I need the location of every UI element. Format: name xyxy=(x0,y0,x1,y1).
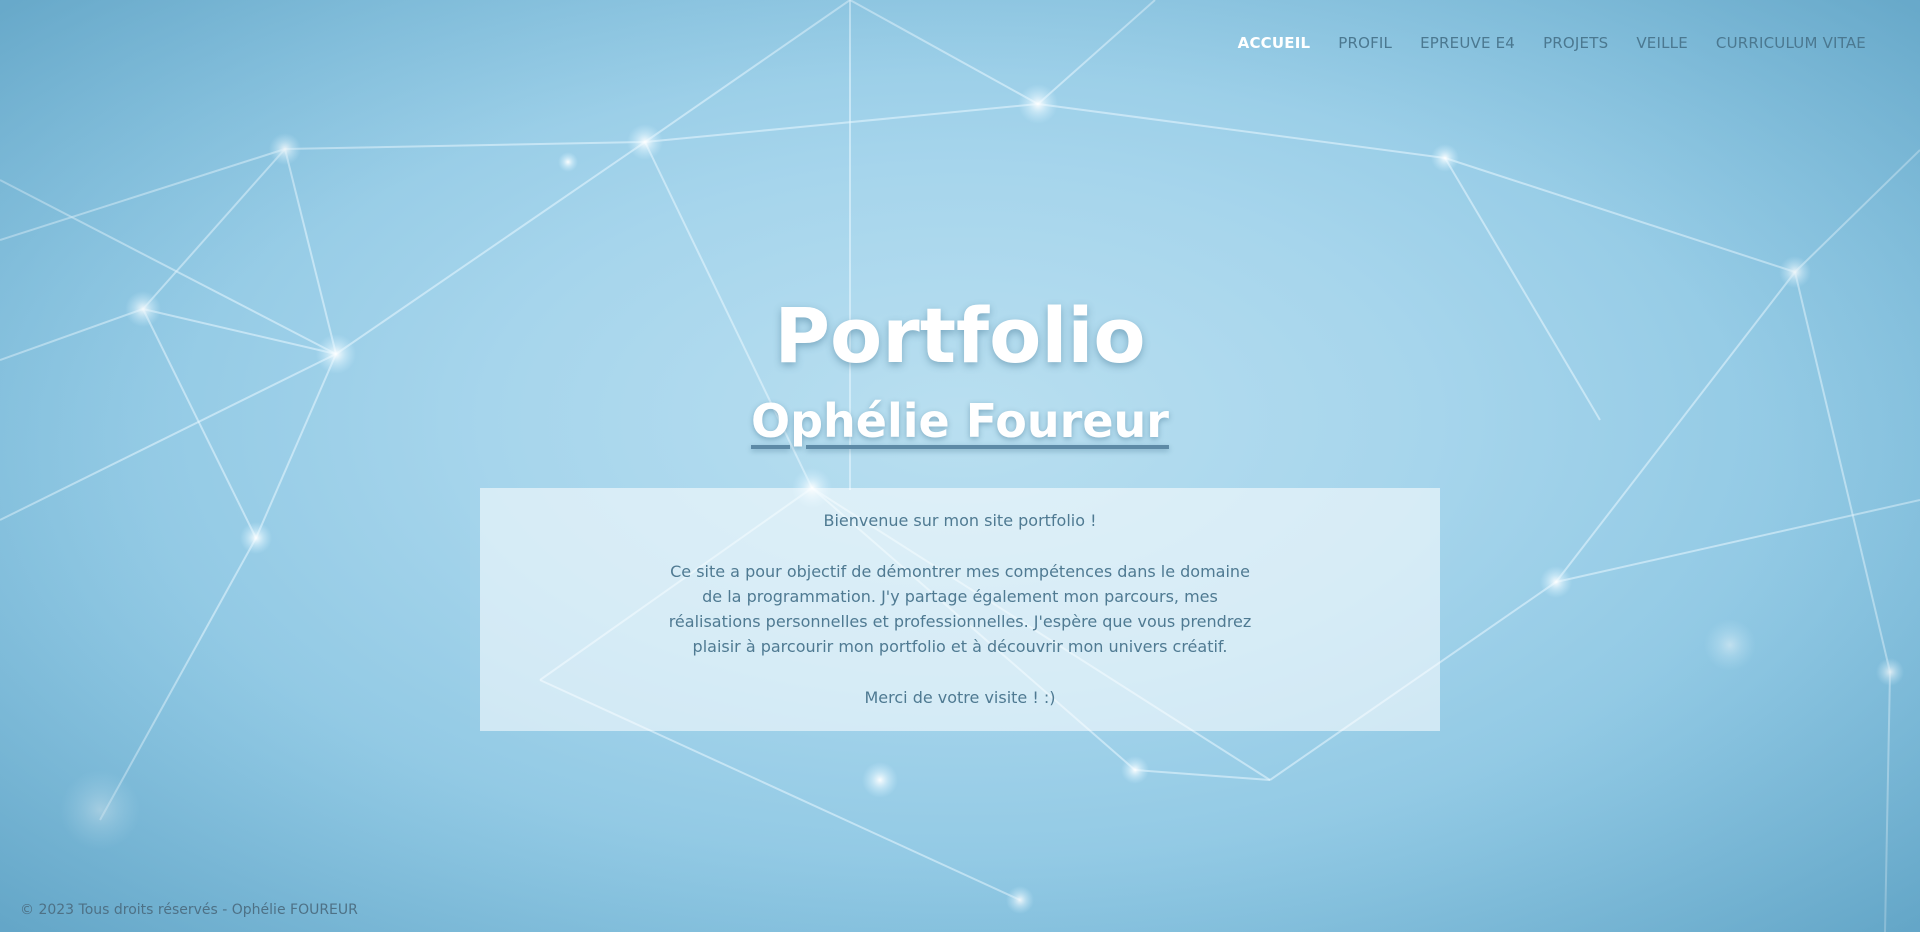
welcome-body: Ce site a pour objectif de démontrer mes… xyxy=(668,562,1252,656)
page-subtitle: Ophélie Foureur xyxy=(0,398,1920,444)
nav-item-veille[interactable]: VEILLE xyxy=(1636,34,1688,52)
footer-copyright: © 2023 Tous droits réservés - Ophélie FO… xyxy=(20,902,358,918)
page-title: Portfolio xyxy=(774,291,1146,380)
welcome-box: Bienvenue sur mon site portfolio ! Ce si… xyxy=(480,488,1440,731)
nav-item-curriculum-vitae[interactable]: CURRICULUM VITAE xyxy=(1716,34,1866,52)
welcome-greeting: Bienvenue sur mon site portfolio ! xyxy=(823,511,1097,530)
nav-item-accueil[interactable]: ACCUEIL xyxy=(1238,34,1311,52)
nav-item-epreuve-e4[interactable]: EPREUVE E4 xyxy=(1420,34,1515,52)
main-navigation: ACCUEIL PROFIL EPREUVE E4 PROJETS VEILLE… xyxy=(1238,34,1866,52)
author-name: Ophélie Foureur xyxy=(751,394,1169,448)
nav-item-projets[interactable]: PROJETS xyxy=(1543,34,1608,52)
welcome-thanks: Merci de votre visite ! :) xyxy=(864,688,1056,707)
network-background xyxy=(0,0,1920,932)
nav-item-profil[interactable]: PROFIL xyxy=(1338,34,1392,52)
